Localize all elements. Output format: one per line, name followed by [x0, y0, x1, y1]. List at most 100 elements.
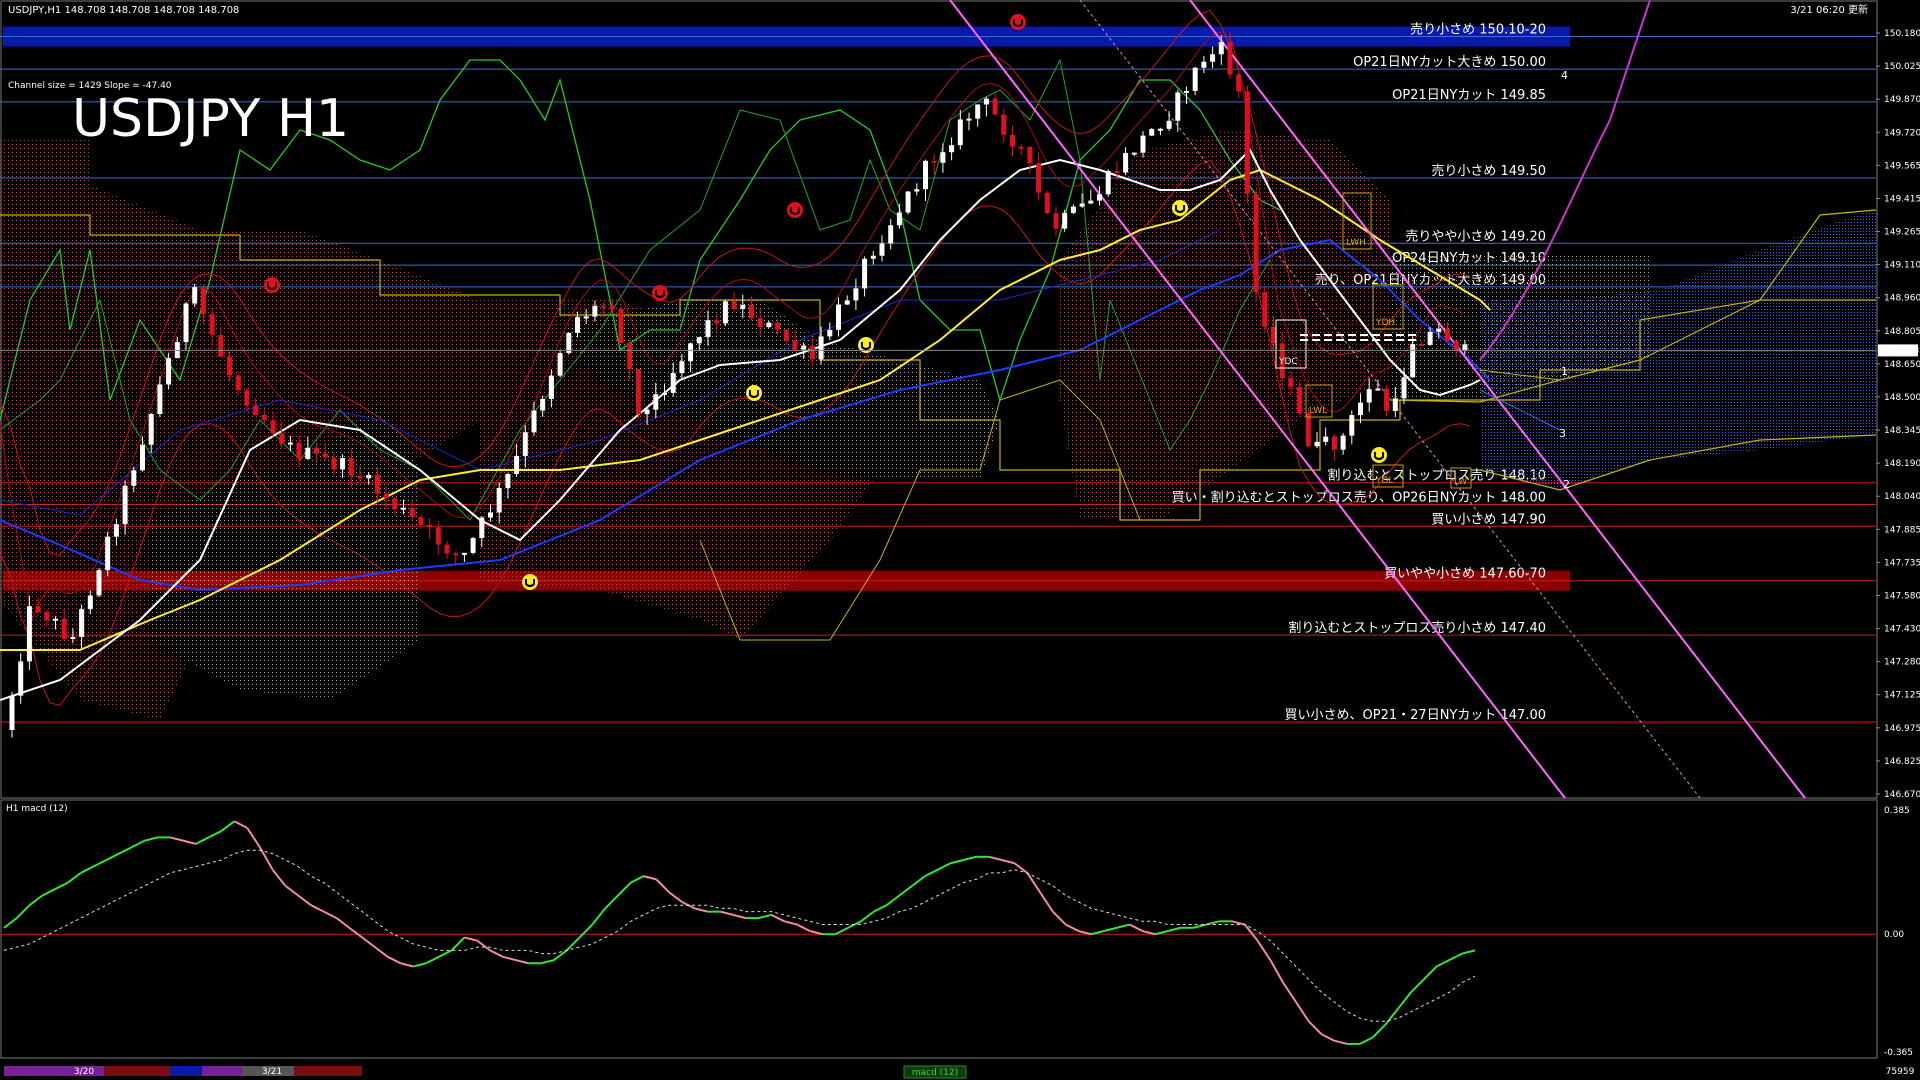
candle-body: [357, 475, 363, 479]
candle: [470, 536, 476, 555]
candle: [566, 332, 572, 355]
candle-body: [383, 493, 389, 499]
candle-body: [1445, 328, 1450, 341]
candle-body: [992, 98, 998, 115]
price-tick-label: 150.180: [1884, 29, 1920, 39]
symbol-info: USDJPY,H1 148.708 148.708 148.708 148.70…: [8, 5, 239, 16]
candle: [105, 532, 111, 577]
candle-body: [1271, 326, 1276, 344]
candle: [1244, 85, 1250, 204]
candle-body: [705, 320, 711, 338]
candle-body: [966, 118, 972, 121]
candle-body: [227, 356, 232, 376]
candle: [635, 368, 641, 420]
candle-body: [1027, 146, 1033, 164]
candle-body: [61, 618, 67, 639]
candle-body: [140, 444, 145, 471]
candle-body: [505, 474, 511, 488]
price-tick-label: 149.415: [1884, 194, 1920, 204]
price-tick-label: 148.345: [1884, 426, 1920, 436]
candle-body: [1123, 152, 1129, 173]
candle-body: [836, 304, 841, 330]
candle-body: [1114, 170, 1120, 173]
level-label-3: 売り小さめ 149.50: [1431, 163, 1546, 179]
candle-body: [496, 487, 502, 513]
candle-body: [592, 305, 598, 317]
candle-body: [1410, 344, 1416, 378]
candle-body: [314, 447, 319, 454]
candle-body: [1462, 344, 1468, 351]
macd-tick-label: -0.365: [1884, 1048, 1913, 1058]
channel-number-4: 4: [1561, 69, 1568, 82]
level-label-0: 売り小さめ 150.10-20: [1410, 22, 1546, 38]
candle-body: [461, 552, 467, 555]
candle-body: [427, 524, 433, 528]
candle-body: [1375, 388, 1381, 391]
fractal-marker-6: [522, 574, 538, 590]
candle: [166, 353, 172, 390]
price-tick-label: 147.430: [1884, 625, 1920, 635]
candle-body: [1070, 206, 1076, 213]
candle-body: [1036, 163, 1042, 193]
price-tick-label: 146.975: [1884, 724, 1920, 734]
candle: [1105, 169, 1111, 197]
chart-title: USDJPY H1: [72, 89, 349, 149]
candle-body: [635, 369, 641, 415]
candle-body: [827, 329, 833, 337]
candle-body: [1262, 292, 1268, 327]
candle-body: [1453, 340, 1459, 351]
candle-body: [905, 191, 911, 213]
fractal-marker-3: [787, 202, 803, 218]
macd-tick-label: 0.385: [1884, 806, 1910, 816]
level-label-4: 売りやや小さめ 149.20: [1405, 228, 1546, 244]
current-price-label: 148.708: [1882, 346, 1919, 356]
candle-body: [1210, 54, 1216, 62]
candle-body: [679, 361, 685, 374]
level-label-2: OP21日NYカット 149.85: [1392, 88, 1546, 103]
candle-body: [783, 329, 789, 341]
candle-body: [644, 409, 650, 415]
candle-body: [1149, 128, 1155, 136]
candle-body: [714, 320, 720, 324]
candle-body: [896, 212, 902, 226]
candle-body: [79, 609, 85, 637]
candle-body: [609, 305, 615, 309]
level-label-8: 買い・割り込むとストップロス売り、OP26日NYカット 148.00: [1172, 490, 1546, 506]
candle-body: [583, 316, 589, 319]
update-timestamp: 3/21 06:20 更新: [1790, 3, 1868, 16]
candle-body: [1062, 212, 1068, 229]
candle-body: [418, 516, 424, 525]
candle-body: [618, 308, 624, 343]
candle-body: [531, 410, 537, 433]
candle-body: [1079, 203, 1085, 207]
candle-body: [722, 301, 728, 324]
candle-body: [801, 345, 807, 350]
candle: [1044, 190, 1050, 215]
candle: [618, 305, 624, 344]
price-tick-label: 147.735: [1884, 558, 1920, 568]
candle-body: [1314, 441, 1320, 447]
candle: [1062, 209, 1068, 232]
candle-body: [1331, 436, 1337, 450]
candle: [26, 595, 32, 670]
channel-number-1: 1: [1561, 365, 1568, 378]
candle-body: [975, 104, 981, 119]
candle-body: [818, 336, 824, 360]
candle-body: [696, 337, 702, 344]
candle: [557, 349, 563, 378]
candle-body: [1427, 331, 1433, 345]
price-tick-label: 147.885: [1884, 525, 1920, 535]
candle-body: [1184, 90, 1189, 93]
candle-body: [1401, 377, 1407, 399]
candle-body: [1436, 328, 1442, 332]
candle-body: [1105, 170, 1111, 195]
candle-body: [1166, 120, 1172, 129]
candle-body: [548, 375, 554, 399]
candle-body: [131, 470, 137, 486]
fractal-marker-0: [1010, 14, 1026, 30]
candle-body: [923, 160, 928, 190]
candle-body: [844, 300, 850, 305]
candle-body: [122, 485, 128, 525]
candle-body: [200, 287, 206, 315]
candle-body: [740, 304, 746, 309]
